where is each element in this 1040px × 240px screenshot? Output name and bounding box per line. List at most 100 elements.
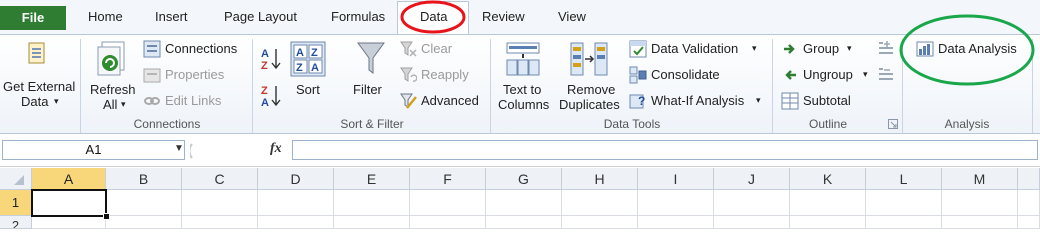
cell[interactable]	[182, 216, 258, 229]
insert-function-button[interactable]: fx	[270, 141, 282, 157]
cell[interactable]	[334, 190, 410, 216]
text-to-columns-label[interactable]: Text to	[503, 82, 541, 97]
fill-handle[interactable]	[103, 213, 110, 220]
chevron-down-icon: ▾	[863, 69, 868, 79]
svg-text:Z: Z	[296, 62, 303, 74]
tab-review[interactable]: Review	[482, 9, 525, 24]
tab-home[interactable]: Home	[88, 9, 123, 24]
what-if-analysis-icon: ?	[629, 94, 645, 109]
group-button[interactable]: Group	[803, 41, 839, 56]
row-header-1[interactable]: 1	[0, 190, 32, 216]
connections-icon	[143, 40, 161, 58]
dialog-launcher-icon[interactable]	[888, 119, 898, 129]
column-header-l[interactable]: L	[866, 168, 942, 190]
select-all-corner[interactable]	[0, 168, 32, 190]
refresh-all-label-2[interactable]: All	[103, 97, 117, 112]
tab-insert[interactable]: Insert	[155, 9, 188, 24]
cell[interactable]	[638, 190, 714, 216]
cell[interactable]	[1018, 216, 1040, 229]
properties-button[interactable]: Properties	[165, 67, 224, 82]
svg-text:A: A	[261, 48, 269, 60]
name-box-dropdown-icon[interactable]: ▼	[174, 143, 184, 154]
chevron-down-icon: ▾	[847, 43, 852, 53]
cell[interactable]	[182, 190, 258, 216]
cell[interactable]	[942, 216, 1018, 229]
edit-links-icon	[144, 97, 160, 105]
svg-text:A: A	[311, 62, 319, 74]
reapply-button[interactable]: Reapply	[421, 67, 469, 82]
cell[interactable]	[486, 190, 562, 216]
cell[interactable]	[486, 216, 562, 229]
cell[interactable]	[714, 190, 790, 216]
active-cell-a1[interactable]	[31, 189, 107, 217]
clear-button[interactable]: Clear	[421, 41, 452, 56]
cell[interactable]	[638, 216, 714, 229]
column-header-c[interactable]: C	[182, 168, 258, 190]
cell[interactable]	[866, 190, 942, 216]
sort-z-to-a-icon: Z A	[261, 85, 281, 109]
remove-duplicates-label-2[interactable]: Duplicates	[559, 97, 620, 112]
cell[interactable]	[1018, 190, 1040, 216]
cell[interactable]	[714, 216, 790, 229]
data-validation-button[interactable]: Data Validation	[651, 41, 738, 56]
column-header-f[interactable]: F	[410, 168, 486, 190]
formula-input[interactable]	[292, 140, 1038, 160]
what-if-analysis-button[interactable]: What-If Analysis	[651, 93, 744, 108]
name-box[interactable]: A1	[2, 140, 185, 160]
tab-view[interactable]: View	[558, 9, 586, 24]
svg-text:A: A	[296, 47, 304, 59]
cell[interactable]	[942, 190, 1018, 216]
cell[interactable]	[106, 190, 182, 216]
column-header-k[interactable]: K	[790, 168, 866, 190]
get-external-data-label[interactable]: Get External	[3, 79, 75, 94]
get-external-data-icon	[28, 42, 45, 64]
column-header-e[interactable]: E	[334, 168, 410, 190]
remove-duplicates-label[interactable]: Remove	[567, 82, 615, 97]
subtotal-button[interactable]: Subtotal	[803, 93, 851, 108]
column-header-d[interactable]: D	[258, 168, 334, 190]
cell[interactable]	[106, 216, 182, 229]
text-to-columns-label-2[interactable]: Columns	[498, 97, 549, 112]
column-header-i[interactable]: I	[638, 168, 714, 190]
column-header-m[interactable]: M	[942, 168, 1018, 190]
group-separator	[902, 39, 903, 133]
edit-links-button[interactable]: Edit Links	[165, 93, 221, 108]
sort-button[interactable]: Sort	[296, 82, 320, 97]
cell[interactable]	[790, 190, 866, 216]
data-analysis-button[interactable]: Data Analysis	[938, 41, 1017, 56]
cell[interactable]	[866, 216, 942, 229]
cell[interactable]	[258, 216, 334, 229]
connections-button[interactable]: Connections	[165, 41, 237, 56]
column-header-h[interactable]: H	[562, 168, 638, 190]
consolidate-button[interactable]: Consolidate	[651, 67, 720, 82]
cell[interactable]	[562, 190, 638, 216]
get-external-data-label-2[interactable]: Data	[21, 94, 48, 109]
tab-file[interactable]: File	[0, 6, 66, 30]
column-header-b[interactable]: B	[106, 168, 182, 190]
tab-data[interactable]: Data	[420, 9, 447, 24]
cell[interactable]	[410, 190, 486, 216]
ungroup-button[interactable]: Ungroup	[803, 67, 853, 82]
cell[interactable]	[562, 216, 638, 229]
filter-button[interactable]: Filter	[353, 82, 382, 97]
cell[interactable]	[334, 216, 410, 229]
sort-a-to-z-icon: A Z	[261, 48, 281, 72]
advanced-button[interactable]: Advanced	[421, 93, 479, 108]
cell[interactable]	[410, 216, 486, 229]
cell[interactable]	[32, 216, 106, 229]
svg-text:?: ?	[638, 94, 645, 108]
cell[interactable]	[258, 190, 334, 216]
tab-page-layout[interactable]: Page Layout	[224, 9, 297, 24]
text-to-columns-icon	[506, 42, 540, 76]
column-header-a[interactable]: A	[32, 168, 106, 190]
column-header-j[interactable]: J	[714, 168, 790, 190]
data-analysis-icon	[916, 41, 934, 57]
svg-text:Z: Z	[261, 85, 268, 97]
tab-formulas[interactable]: Formulas	[331, 9, 385, 24]
refresh-all-label[interactable]: Refresh	[90, 82, 136, 97]
cell[interactable]	[790, 216, 866, 229]
group-separator	[490, 39, 491, 133]
column-header-g[interactable]: G	[486, 168, 562, 190]
column-header-partial[interactable]	[1018, 168, 1040, 190]
row-header-2[interactable]: 2	[0, 216, 32, 229]
